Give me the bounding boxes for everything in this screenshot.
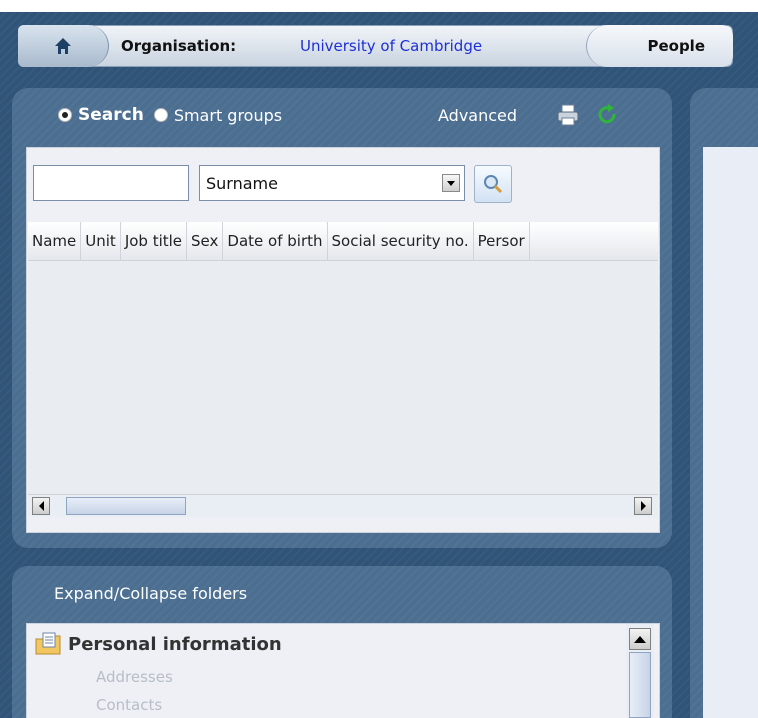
search-input[interactable] — [33, 165, 189, 201]
folder-item-addresses[interactable]: Addresses — [96, 666, 173, 688]
home-button[interactable] — [18, 25, 109, 67]
folder-personal-information[interactable]: Personal information — [68, 630, 282, 658]
breadcrumb-people[interactable]: People — [586, 25, 733, 67]
expand-collapse-folders[interactable]: Expand/Collapse folders — [54, 578, 247, 608]
organisation-label: Organisation: — [121, 37, 237, 55]
refresh-icon[interactable] — [596, 104, 620, 126]
horizontal-scrollbar[interactable] — [28, 494, 658, 517]
column-header[interactable]: Date of birth — [223, 222, 328, 260]
column-header[interactable]: Unit — [81, 222, 121, 260]
magnifier-icon — [484, 175, 503, 194]
detail-content-area — [703, 147, 758, 718]
home-icon — [55, 38, 71, 54]
search-field-value: Surname — [206, 173, 278, 193]
scroll-left-button[interactable] — [32, 497, 50, 515]
search-field-select[interactable]: Surname — [199, 165, 465, 201]
breadcrumb: Organisation: University of Cambridge Pe… — [18, 25, 733, 67]
scroll-right-button[interactable] — [634, 497, 652, 515]
results-grid-header: Name Unit Job title Sex Date of birth So… — [28, 222, 658, 261]
organisation-link[interactable]: University of Cambridge — [300, 25, 482, 67]
printer-icon[interactable] — [556, 104, 580, 126]
vertical-scrollbar[interactable] — [626, 624, 654, 718]
chevron-down-icon[interactable] — [442, 174, 460, 192]
search-radio[interactable] — [58, 108, 72, 122]
results-grid-body — [28, 261, 658, 494]
column-header[interactable]: Persor — [474, 222, 530, 260]
scrollbar-thumb[interactable] — [66, 497, 186, 515]
column-header[interactable]: Sex — [187, 222, 224, 260]
vertical-scrollbar-thumb[interactable] — [629, 652, 651, 718]
column-header[interactable]: Social security no. — [328, 222, 474, 260]
advanced-link[interactable]: Advanced — [438, 100, 517, 130]
folder-item-contacts[interactable]: Contacts — [96, 694, 162, 716]
column-header[interactable]: Name — [28, 222, 82, 260]
smart-groups-radio[interactable] — [153, 108, 168, 122]
smart-groups-radio-label[interactable]: Smart groups — [174, 106, 282, 125]
column-header[interactable]: Job title — [121, 222, 188, 260]
search-mode-group: Search Smart groups — [58, 100, 282, 130]
top-white-strip — [0, 0, 758, 12]
folder-icon — [35, 632, 61, 655]
scroll-up-button[interactable] — [629, 628, 651, 650]
search-radio-label[interactable]: Search — [78, 105, 144, 125]
search-button[interactable] — [474, 165, 512, 203]
